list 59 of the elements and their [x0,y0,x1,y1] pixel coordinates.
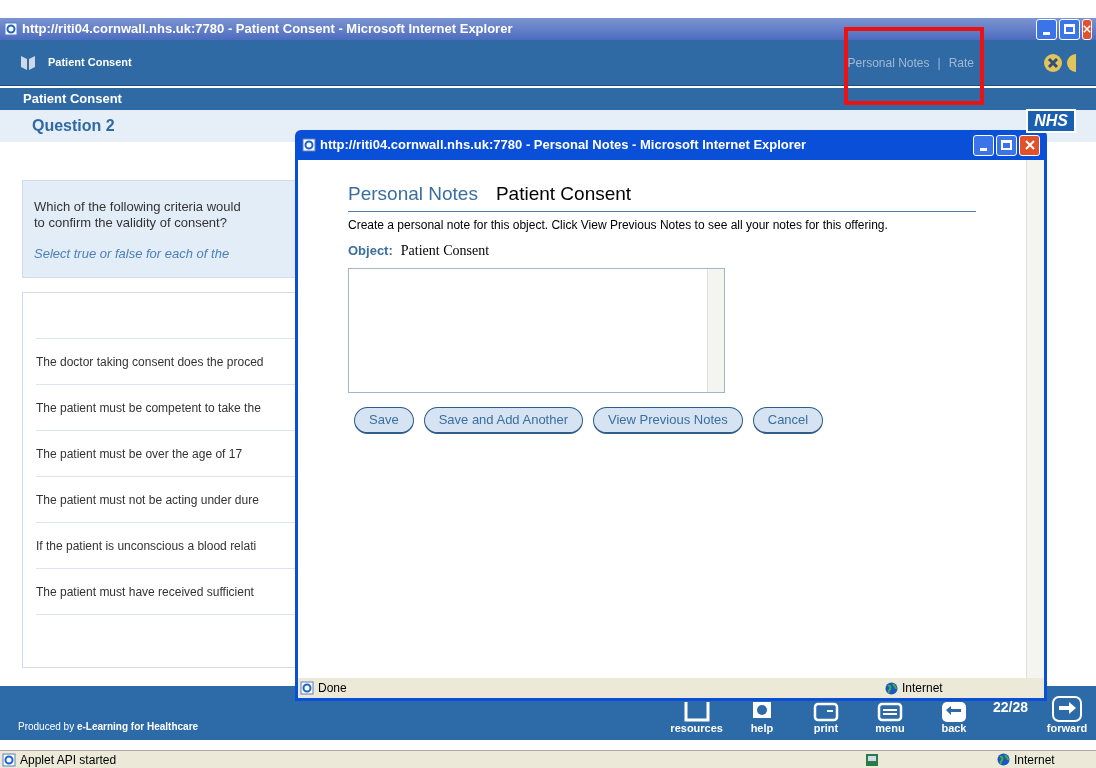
header-link[interactable]: Personal Notes [847,53,930,72]
book-icon [20,54,36,71]
nav-button[interactable]: print [800,702,851,734]
form-button[interactable]: Cancel [752,406,824,434]
question-text: to confirm the validity of consent? [34,215,228,231]
close-icon [1083,24,1091,34]
box-icon [683,702,710,722]
minimize-button[interactable] [1036,18,1057,40]
statement-text: The patient must have received sufficient [36,583,254,601]
minimize-button[interactable] [973,134,994,156]
status-text: Applet API started [20,751,118,768]
credit-text: Produced by e-Learning for Healthcare [18,720,200,734]
window-title: http://riti04.cornwall.nhs.uk:7780 - Patient Consent - Microsoft Internet Explorer [22,20,514,39]
nav-button[interactable]: forward [1042,696,1092,734]
form-button[interactable]: Save and Add Another [423,406,584,434]
print-icon [812,702,839,722]
object-label: Object: [348,241,393,260]
popup-title: http://riti04.cornwall.nhs.uk:7780 - Personal Notes - Microsoft Internet Explorer [320,136,808,155]
page-icon [302,138,316,152]
close-button[interactable] [1082,18,1092,40]
page-title: Patient Consent [23,90,122,109]
nav-button[interactable]: menu [864,702,915,734]
statement-text: The patient must be over the age of 17 [36,445,243,463]
applet-icon [865,752,879,767]
form-button[interactable]: View Previous Notes [593,406,743,434]
question-number: Question 2 [32,116,115,136]
nhs-logo: NHS [1026,109,1076,133]
course-title: Patient Consent [48,55,133,71]
object-value: Patient Consent [400,241,490,260]
close-icon [1024,140,1035,150]
globe-icon [885,681,898,695]
close-icon[interactable] [1044,53,1062,72]
instruction-text: Select true or false for each of the [34,245,231,263]
form-button[interactable]: Save [354,406,414,434]
nav-button[interactable]: help [736,702,787,734]
note-field[interactable] [348,267,725,393]
close-button[interactable] [1019,134,1040,156]
question-text: Which of the following criteria would [34,199,242,215]
nav-button[interactable]: resources [670,702,723,734]
nav-button[interactable]: back [928,702,979,734]
notes-heading: Personal Notes [348,182,478,206]
page-icon [300,681,314,695]
notes-subject: Patient Consent [495,182,632,206]
page-icon [2,752,16,767]
statement-text: The patient must be competent to take the [36,399,261,417]
page-counter: 22/28 [992,698,1028,717]
popup-zone-text: Internet [902,680,944,697]
maximize-button[interactable] [996,134,1017,156]
page-icon [4,22,18,36]
statement-text: The doctor taking consent does the proced [36,353,264,371]
statement-text: The patient must not be acting under dure [36,491,259,509]
statement-text: If the patient is unconscious a blood relati [36,537,257,555]
globe-icon [997,753,1010,766]
description-text: Create a personal note for this object. Click View Previous Notes to see all your notes for this offering. [348,216,889,234]
separator: | [937,54,941,72]
maximize-button[interactable] [1059,18,1080,40]
menu-icon [876,702,903,722]
zone-text: Internet [1014,751,1056,768]
popup-status-text: Done [318,680,348,697]
